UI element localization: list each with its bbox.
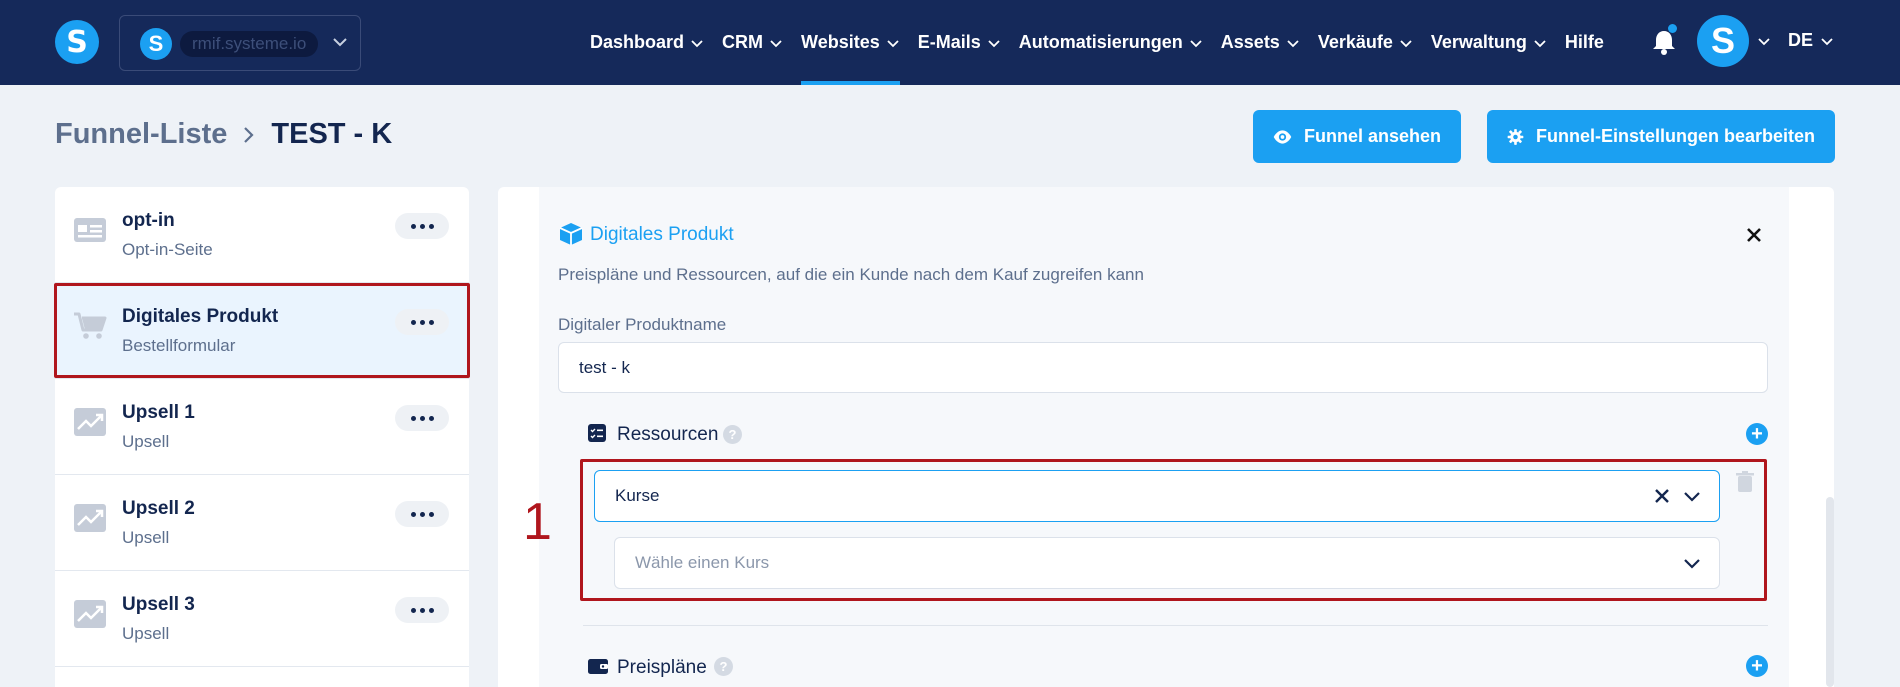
step-title: opt-in xyxy=(122,210,175,231)
page-title: TEST - K xyxy=(271,118,393,150)
top-navigation-bar: S S rmif.systeme.io Dashboard CRM Websit… xyxy=(0,0,1900,85)
nav-help[interactable]: Hilfe xyxy=(1565,0,1604,85)
main-nav: Dashboard CRM Websites E-Mails Automatis… xyxy=(590,0,1622,85)
add-pricing-plan-button[interactable]: + xyxy=(1746,655,1768,677)
chevron-down-icon xyxy=(770,39,782,47)
breadcrumb: Funnel-Liste TEST - K xyxy=(55,118,392,151)
checklist-icon xyxy=(588,424,606,442)
chevron-down-icon xyxy=(1400,39,1412,47)
wallet-icon xyxy=(588,659,608,674)
upsell-chart-icon xyxy=(74,600,106,628)
panel-description: Preispläne und Ressourcen, auf die ein K… xyxy=(558,265,1144,284)
chevron-down-icon[interactable] xyxy=(1820,34,1834,48)
systeme-logo[interactable]: S xyxy=(55,20,99,64)
nav-sales[interactable]: Verkäufe xyxy=(1318,0,1413,85)
panel-scrollbar[interactable] xyxy=(1826,497,1834,687)
optin-page-icon xyxy=(74,218,106,242)
nav-websites[interactable]: Websites xyxy=(801,0,900,85)
chevron-down-icon xyxy=(1287,39,1299,47)
chevron-down-icon[interactable] xyxy=(1757,34,1771,48)
site-logo-icon: S xyxy=(140,28,172,60)
step-title: Upsell 3 xyxy=(122,594,195,615)
step-type: Upsell xyxy=(122,432,170,451)
nav-automations[interactable]: Automatisierungen xyxy=(1019,0,1203,85)
funnel-step-upsell-2[interactable]: Upsell 2 Upsell xyxy=(55,475,469,571)
help-icon[interactable]: ? xyxy=(714,657,733,676)
chevron-down-icon xyxy=(333,38,347,47)
step-menu-button[interactable] xyxy=(395,597,449,623)
product-name-label: Digitaler Produktname xyxy=(558,315,727,334)
annotation-step-number: 1 xyxy=(523,493,552,551)
add-resource-button[interactable]: + xyxy=(1746,423,1768,445)
funnel-step-upsell-1[interactable]: Upsell 1 Upsell xyxy=(55,379,469,475)
edit-funnel-settings-button[interactable]: Funnel-Einstellungen bearbeiten xyxy=(1487,110,1835,163)
help-icon[interactable]: ? xyxy=(723,425,742,444)
step-type: Upsell xyxy=(122,624,170,643)
chevron-down-icon xyxy=(691,39,703,47)
step-menu-button[interactable] xyxy=(395,213,449,239)
step-menu-button[interactable] xyxy=(395,501,449,527)
nav-administration[interactable]: Verwaltung xyxy=(1431,0,1547,85)
step-type: Upsell xyxy=(122,528,170,547)
close-icon[interactable] xyxy=(1744,225,1764,245)
annotation-highlight-resources xyxy=(580,459,1767,601)
chevron-down-icon xyxy=(887,39,899,47)
package-box-icon xyxy=(559,223,583,245)
nav-crm[interactable]: CRM xyxy=(722,0,783,85)
eye-icon xyxy=(1273,129,1292,144)
user-avatar[interactable]: S xyxy=(1697,15,1749,67)
section-divider xyxy=(583,625,1768,626)
gear-icon xyxy=(1507,128,1524,145)
step-title: Upsell 1 xyxy=(122,402,195,423)
notification-dot xyxy=(1668,24,1677,33)
pricing-plans-label: Preispläne xyxy=(617,657,707,678)
site-name: rmif.systeme.io xyxy=(180,31,318,57)
chevron-right-icon xyxy=(244,126,254,143)
language-selector[interactable]: DE xyxy=(1788,30,1813,51)
upsell-chart-icon xyxy=(74,408,106,436)
chevron-down-icon xyxy=(1534,39,1546,47)
step-type: Opt-in-Seite xyxy=(122,240,213,259)
nav-dashboard[interactable]: Dashboard xyxy=(590,0,704,85)
chevron-down-icon xyxy=(988,39,1000,47)
site-selector[interactable]: S rmif.systeme.io xyxy=(119,15,361,71)
nav-assets[interactable]: Assets xyxy=(1221,0,1300,85)
funnel-steps-list: opt-in Opt-in-Seite Digitales Produkt Be… xyxy=(55,187,469,687)
breadcrumb-funnel-list[interactable]: Funnel-Liste xyxy=(55,118,227,151)
view-funnel-button[interactable]: Funnel ansehen xyxy=(1253,110,1461,163)
funnel-step-upsell-3[interactable]: Upsell 3 Upsell xyxy=(55,571,469,667)
annotation-highlight-step xyxy=(54,283,470,378)
resources-label: Ressourcen xyxy=(617,424,719,445)
product-name-input[interactable]: test - k xyxy=(558,342,1768,393)
funnel-step-optin[interactable]: opt-in Opt-in-Seite xyxy=(55,187,469,283)
panel-title: Digitales Produkt xyxy=(590,224,734,245)
upsell-chart-icon xyxy=(74,504,106,532)
step-title: Upsell 2 xyxy=(122,498,195,519)
chevron-down-icon xyxy=(1190,39,1202,47)
nav-emails[interactable]: E-Mails xyxy=(918,0,1001,85)
step-menu-button[interactable] xyxy=(395,405,449,431)
